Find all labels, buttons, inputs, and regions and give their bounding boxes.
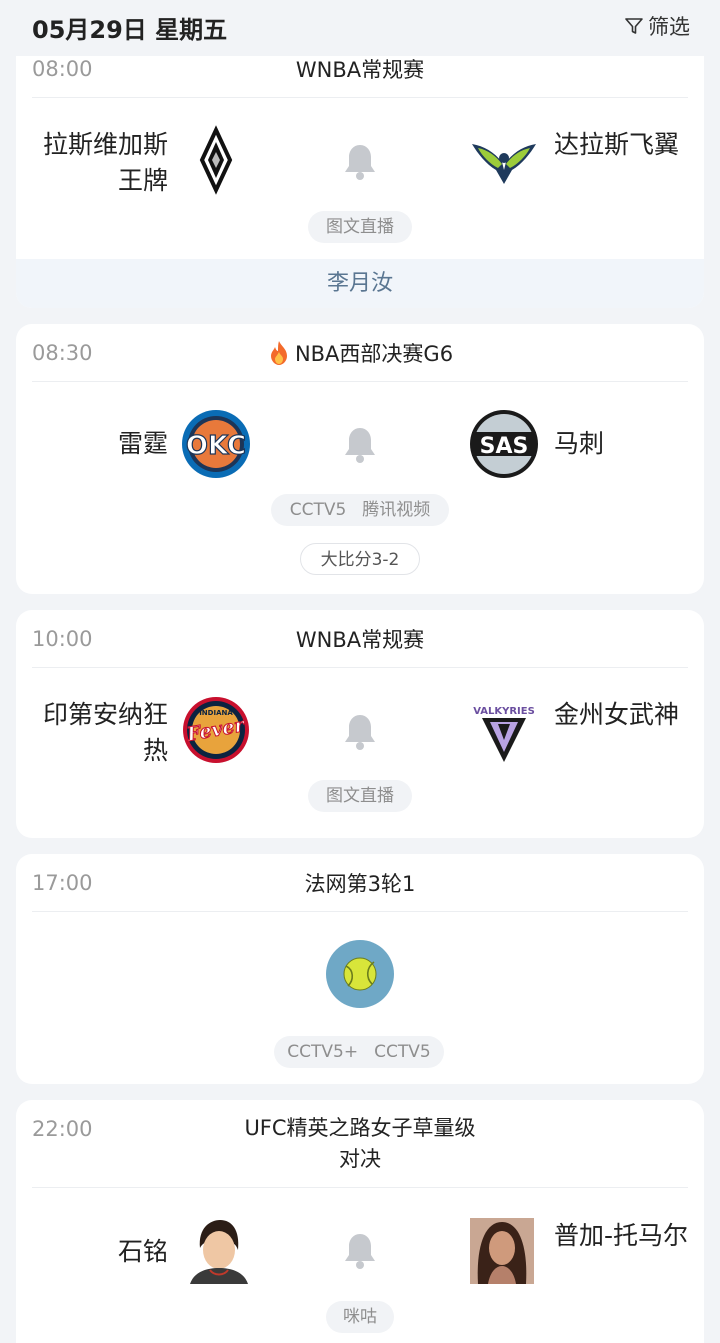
away-team-name[interactable]: 达拉斯飞翼 — [554, 127, 694, 163]
aces-logo-icon — [199, 125, 233, 195]
featured-player-banner[interactable]: 李月汝 — [16, 259, 704, 308]
filter-button[interactable]: 筛选 — [624, 11, 690, 41]
home-team-name[interactable]: 拉斯维加斯王牌 — [28, 127, 168, 199]
broadcast-channel: 咪咕 — [343, 1307, 377, 1327]
match-card-1[interactable]: 08:00 WNBA常规赛 拉斯维加斯王牌 达拉斯飞翼 图文直播 李月汝 — [16, 40, 704, 308]
fever-logo-icon: INDIANA Fever — [183, 697, 249, 763]
home-team-name[interactable]: 石铭 — [28, 1234, 168, 1270]
match-title: UFC精英之路女子草量级对决 — [244, 1116, 476, 1171]
broadcast-pill[interactable]: 咪咕 — [326, 1301, 394, 1333]
match-title-text: NBA西部决赛G6 — [294, 342, 454, 366]
broadcast-channel: 图文直播 — [326, 217, 394, 237]
date-title: 05月29日 星期五 — [32, 16, 228, 44]
match-title: 法网第3轮1 — [304, 872, 416, 896]
match-title: WNBA常规赛 — [295, 628, 425, 652]
spurs-logo-text: SAS — [480, 434, 529, 459]
tennis-ball-icon — [326, 940, 394, 1008]
match-time: 22:00 — [32, 1117, 93, 1141]
thunder-logo-text: OKC — [186, 431, 246, 461]
broadcast-pill[interactable]: 图文直播 — [308, 780, 412, 812]
valkyries-logo-text: VALKYRIES — [473, 706, 535, 717]
top-bar: 05月29日 星期五 筛选 — [0, 0, 720, 56]
avatar-icon — [470, 1218, 534, 1284]
wings-logo-icon — [472, 144, 536, 184]
home-team-name[interactable]: 雷霆 — [28, 426, 168, 462]
broadcast-channel: CCTV5 — [374, 1042, 431, 1062]
fighter-photo-right — [470, 1218, 534, 1284]
away-team-name[interactable]: 金州女武神 — [554, 697, 694, 733]
match-title: WNBA常规赛 — [295, 58, 425, 82]
avatar-icon — [186, 1218, 250, 1284]
thunder-logo-icon: OKC — [182, 410, 250, 478]
broadcast-channel: CCTV5+ — [287, 1042, 359, 1062]
filter-label: 筛选 — [648, 15, 690, 39]
broadcast-pill[interactable]: CCTV5 腾讯视频 — [271, 494, 449, 526]
home-team-name[interactable]: 印第安纳狂热 — [28, 697, 168, 769]
notify-bell-icon[interactable] — [342, 1231, 378, 1271]
match-title: NBA西部决赛G6 — [16, 339, 704, 370]
series-score-badge: 大比分3-2 — [300, 543, 420, 575]
match-card-3[interactable]: 10:00 WNBA常规赛 印第安纳狂热 INDIANA Fever VALKY… — [16, 610, 704, 838]
away-team-name[interactable]: 普加-托马尔 — [554, 1218, 694, 1254]
match-card-4[interactable]: 17:00 法网第3轮1 CCTV5+ CCTV5 — [16, 854, 704, 1084]
broadcast-pill[interactable]: CCTV5+ CCTV5 — [274, 1036, 444, 1068]
match-card-2[interactable]: 08:30 NBA西部决赛G6 雷霆 OKC SAS 马刺 CCTV5 腾讯视频 … — [16, 324, 704, 594]
filter-icon — [625, 18, 643, 34]
hot-fire-icon — [270, 341, 287, 365]
notify-bell-icon[interactable] — [342, 142, 378, 182]
spurs-logo-icon: SAS — [470, 410, 538, 478]
match-card-5[interactable]: 22:00 UFC精英之路女子草量级对决 石铭 普加-托马尔 咪咕 — [16, 1100, 704, 1343]
broadcast-channel: 腾讯视频 — [362, 500, 431, 520]
valkyries-logo-icon: VALKYRIES — [473, 706, 535, 762]
broadcast-channel: 图文直播 — [326, 786, 394, 806]
away-team-name[interactable]: 马刺 — [554, 426, 694, 462]
broadcast-pill[interactable]: 图文直播 — [308, 211, 412, 243]
broadcast-channel: CCTV5 — [289, 500, 347, 520]
fighter-photo-left — [186, 1218, 250, 1284]
notify-bell-icon[interactable] — [342, 712, 378, 752]
notify-bell-icon[interactable] — [342, 425, 378, 465]
